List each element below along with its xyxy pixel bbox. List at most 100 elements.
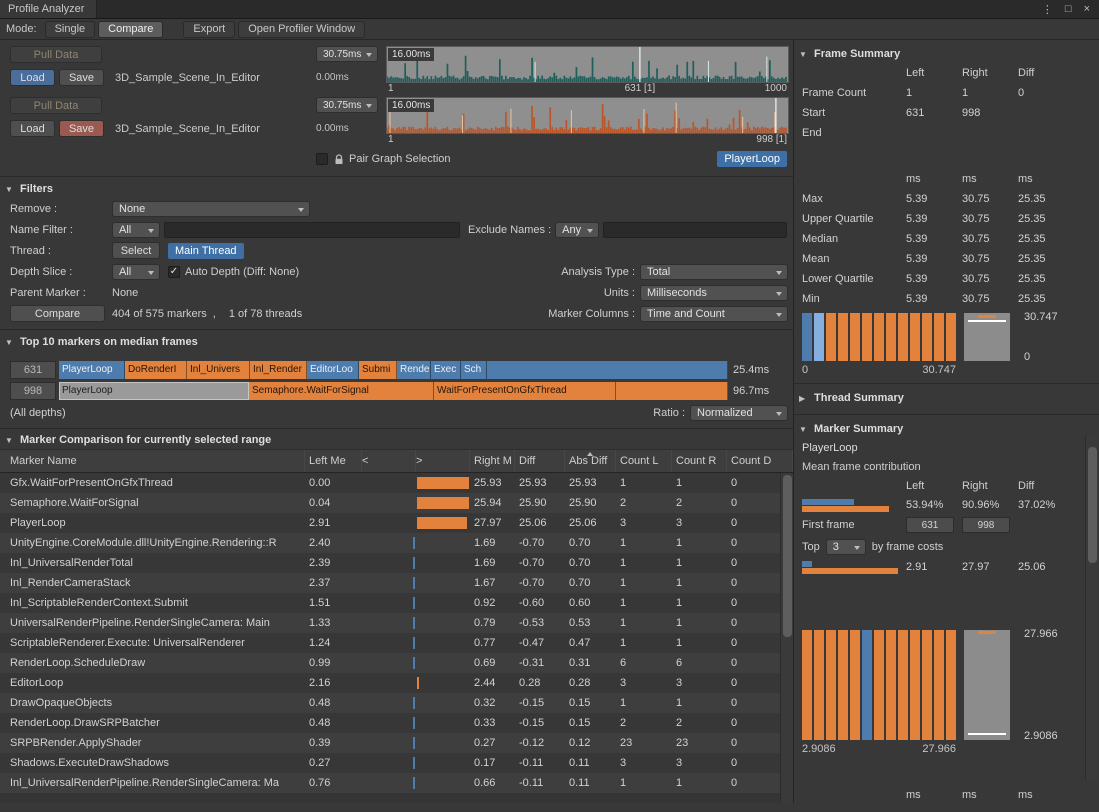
diff-bar-left (413, 777, 415, 789)
scale-dropdown-left[interactable]: 30.75ms (316, 46, 378, 62)
frame-index-button[interactable]: 631 (10, 361, 56, 379)
pull-data-button-right[interactable]: Pull Data (10, 97, 102, 114)
contribution-left: 53.94% (906, 499, 962, 511)
top-marker-segment[interactable]: PlayerLoop (59, 382, 249, 400)
top-marker-segment[interactable] (487, 361, 728, 379)
col-diff[interactable]: Diff (515, 450, 565, 472)
table-row[interactable]: Gfx.WaitForPresentOnGfxThread 0.00 25.93… (0, 473, 793, 493)
remove-dropdown[interactable]: None (112, 201, 310, 217)
summary-scrollbar[interactable] (1085, 435, 1098, 780)
first-frame-left-button[interactable]: 631 (906, 517, 954, 533)
save-button-right[interactable]: Save (59, 120, 104, 137)
save-button-left[interactable]: Save (59, 69, 104, 86)
thread-summary-header[interactable]: ▶ Thread Summary (794, 389, 1099, 407)
remove-label: Remove : (10, 203, 110, 215)
menu-icon[interactable]: ⋮ (1042, 3, 1053, 16)
analysis-type-dropdown[interactable]: Total (640, 264, 788, 280)
cell-diff: -0.11 (515, 777, 565, 789)
col-right-median[interactable]: Right M (470, 450, 515, 472)
stat-label: Min (802, 293, 906, 305)
table-scrollbar-thumb[interactable] (783, 475, 792, 637)
table-row[interactable]: UniversalRenderPipeline.RenderSingleCame… (0, 613, 793, 633)
name-filter-mode-dropdown[interactable]: All (112, 222, 160, 238)
table-row[interactable]: Inl_UniversalRenderTotal 2.39 1.69 -0.70… (0, 553, 793, 573)
table-row[interactable]: PlayerLoop 2.91 27.97 25.06 25.06 3 3 0 (0, 513, 793, 533)
marker-summary-header[interactable]: ▼ Marker Summary (794, 420, 1099, 438)
top-marker-segment[interactable]: Semaphore.WaitForSignal (249, 382, 434, 400)
top-marker-segment[interactable]: Rende (397, 361, 431, 379)
first-frame-right-button[interactable]: 998 (962, 517, 1010, 533)
scale-dropdown-right[interactable]: 30.75ms (316, 97, 378, 113)
marker-columns-dropdown[interactable]: Time and Count (640, 306, 788, 322)
table-scrollbar[interactable] (780, 473, 793, 803)
col-count-left[interactable]: Count L (616, 450, 672, 472)
table-row[interactable]: DrawOpaqueObjects 0.48 0.32 -0.15 0.15 1… (0, 693, 793, 713)
cell-marker-name: Shadows.ExecuteDrawShadows (0, 757, 305, 769)
thread-select-button[interactable]: Select (112, 242, 160, 259)
cell-right-bar (416, 633, 470, 653)
summary-scrollbar-thumb[interactable] (1088, 447, 1097, 563)
col-marker-name[interactable]: Marker Name (0, 450, 305, 472)
top-marker-segment[interactable]: Inl_Univers (187, 361, 250, 379)
col-count-right[interactable]: Count R (672, 450, 727, 472)
top-n-dropdown[interactable]: 3 (826, 539, 866, 555)
frame-summary-header[interactable]: ▼ Frame Summary (794, 45, 1099, 63)
pull-data-button-left[interactable]: Pull Data (10, 46, 102, 63)
top-marker-segment[interactable]: DoRenderI (125, 361, 187, 379)
frame-costs-bar-left (802, 561, 812, 567)
auto-depth-checkbox[interactable]: ✓ (168, 266, 180, 278)
table-row[interactable]: RenderLoop.ScheduleDraw 0.99 0.69 -0.31 … (0, 653, 793, 673)
top-marker-segment[interactable]: Exec (431, 361, 461, 379)
col-left-median[interactable]: Left Me (305, 450, 362, 472)
table-row[interactable]: Inl_UniversalRenderPipeline.RenderSingle… (0, 773, 793, 793)
open-profiler-window-button[interactable]: Open Profiler Window (238, 21, 365, 38)
depth-slice-dropdown[interactable]: All (112, 264, 160, 280)
table-row[interactable]: RenderLoop.DrawSRPBatcher 0.48 0.33 -0.1… (0, 713, 793, 733)
name-filter-input[interactable] (164, 222, 460, 238)
filters-header[interactable]: ▼ Filters (0, 180, 793, 198)
mode-compare-button[interactable]: Compare (98, 21, 163, 38)
marker-comparison-header[interactable]: ▼ Marker Comparison for currently select… (0, 431, 793, 449)
load-button-right[interactable]: Load (10, 120, 55, 137)
units-label: Units : (604, 287, 635, 299)
mode-single-button[interactable]: Single (45, 21, 96, 38)
ratio-dropdown[interactable]: Normalized (690, 405, 788, 421)
top-marker-segment[interactable] (616, 382, 728, 400)
table-row[interactable]: SRPBRender.ApplyShader 0.39 0.27 -0.12 0… (0, 733, 793, 753)
close-icon[interactable]: × (1084, 3, 1090, 15)
table-row[interactable]: EditorLoop 2.16 2.44 0.28 0.28 3 3 0 (0, 673, 793, 693)
histogram-bar (874, 630, 884, 740)
top-marker-segment[interactable]: PlayerLoop (59, 361, 125, 379)
top-marker-segment[interactable]: EditorLoo (307, 361, 359, 379)
load-button-left[interactable]: Load (10, 69, 55, 86)
cell-count-left: 1 (616, 477, 672, 489)
frame-index-button[interactable]: 998 (10, 382, 56, 400)
histogram-bar (850, 630, 860, 740)
frame-graph-right[interactable]: 16.00ms (386, 97, 789, 134)
table-row[interactable]: Inl_RenderCameraStack 2.37 1.67 -0.70 0.… (0, 573, 793, 593)
compare-button[interactable]: Compare (10, 305, 105, 322)
export-button[interactable]: Export (183, 21, 235, 38)
top-marker-segment[interactable]: Submi (359, 361, 397, 379)
table-row[interactable]: Shadows.ExecuteDrawShadows 0.27 0.17 -0.… (0, 753, 793, 773)
exclude-mode-dropdown[interactable]: Any (555, 222, 599, 238)
top-marker-segment[interactable]: WaitForPresentOnGfxThread (434, 382, 616, 400)
table-row[interactable]: Inl_ScriptableRenderContext.Submit 1.51 … (0, 593, 793, 613)
table-row[interactable]: UnityEngine.CoreModule.dll!UnityEngine.R… (0, 533, 793, 553)
units-dropdown[interactable]: Milliseconds (640, 285, 788, 301)
window-tab[interactable]: Profile Analyzer (0, 0, 97, 18)
table-row[interactable]: Semaphore.WaitForSignal 0.04 25.94 25.90… (0, 493, 793, 513)
top-markers-header[interactable]: ▼ Top 10 markers on median frames (0, 333, 793, 351)
col-left-bar[interactable]: < (362, 450, 416, 472)
restore-icon[interactable]: □ (1065, 3, 1072, 15)
top-marker-segment[interactable]: Sch (461, 361, 487, 379)
pair-graph-selection-checkbox[interactable] (316, 153, 328, 165)
table-row[interactable]: ScriptableRenderer.Execute: UniversalRen… (0, 633, 793, 653)
exclude-names-input[interactable] (603, 222, 787, 238)
col-right-bar[interactable]: > (416, 450, 470, 472)
boxplot-max-label: 27.966 (1024, 628, 1058, 640)
frame-graph-left[interactable]: 16.00ms (386, 46, 789, 83)
top-marker-segment[interactable]: Inl_Render (250, 361, 307, 379)
col-abs-diff[interactable]: Abs Diff (565, 450, 616, 472)
col-count-diff[interactable]: Count D (727, 450, 793, 472)
